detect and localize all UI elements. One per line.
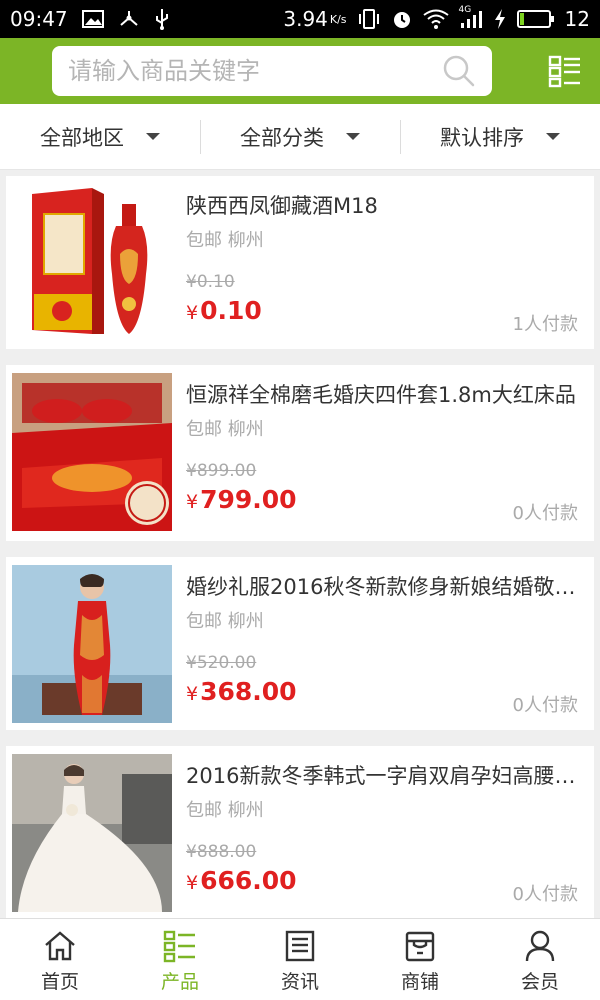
shipping-label: 包邮: [186, 800, 222, 821]
bottom-tab-bar: 首页 产品 资讯 商铺 会员: [0, 918, 600, 1000]
tab-store[interactable]: 商铺: [360, 919, 480, 1000]
tab-label: 商铺: [400, 971, 439, 993]
currency-symbol: ¥: [186, 491, 199, 513]
sale-price: ¥799.00: [186, 485, 297, 514]
products-icon: [163, 930, 195, 963]
sales-count: 1人付款: [512, 314, 578, 335]
caret-down-icon: [546, 133, 560, 140]
home-icon: [45, 931, 75, 961]
member-icon: [525, 930, 555, 962]
charging-icon: [493, 8, 507, 30]
currency-symbol: ¥: [186, 683, 199, 705]
product-image-wedding-dress[interactable]: [12, 754, 172, 912]
currency-symbol: ¥: [186, 653, 197, 673]
sales-count: 0人付款: [512, 884, 578, 905]
tab-label: 产品: [160, 971, 199, 993]
share-icon: [118, 9, 140, 29]
tab-label: 首页: [40, 971, 79, 993]
shipping-label: 包邮: [186, 611, 222, 632]
currency-symbol: ¥: [186, 842, 197, 862]
tab-products[interactable]: 产品: [120, 919, 240, 1000]
city-label: 柳州: [227, 611, 264, 632]
tab-label: 资讯: [280, 971, 319, 993]
product-card[interactable]: 恒源祥全棉磨毛婚庆四件套1.8m大红床品 包邮 柳州 ¥899.00 ¥799.…: [6, 365, 594, 541]
product-card[interactable]: 2016新款冬季韩式一字肩双肩孕妇高腰婚纱 包邮 柳州 ¥888.00 ¥666…: [6, 746, 594, 919]
sale-price: ¥0.10: [186, 296, 262, 325]
original-price-value: 520.00: [196, 653, 257, 673]
filter-sort[interactable]: 默认排序: [400, 119, 600, 154]
list-menu-icon[interactable]: [548, 54, 582, 88]
app-header: [0, 38, 600, 104]
shipping-label: 包邮: [186, 419, 222, 440]
store-icon: [405, 931, 435, 962]
product-list: 陕西西凤御藏酒M18 包邮 柳州 ¥0.10 ¥0.10 1人付款 恒源祥全棉磨…: [6, 176, 594, 935]
product-title[interactable]: 陕西西凤御藏酒M18: [186, 190, 581, 220]
shipping-label: 包邮: [186, 230, 222, 251]
caret-down-icon: [146, 133, 160, 140]
tab-home[interactable]: 首页: [0, 919, 120, 1000]
sales-count: 0人付款: [512, 503, 578, 524]
original-price: ¥899.00: [186, 461, 256, 481]
signal-icon: 4G: [459, 5, 483, 29]
search-box[interactable]: [52, 46, 492, 96]
product-title[interactable]: 2016新款冬季韩式一字肩双肩孕妇高腰婚纱: [186, 760, 581, 790]
battery-icon: [516, 9, 555, 29]
battery-level: 12: [564, 7, 590, 31]
tab-label: 会员: [520, 971, 559, 993]
usb-icon: [154, 8, 170, 30]
product-meta: 包邮 柳州: [186, 607, 264, 633]
product-image-qipao[interactable]: [12, 565, 172, 723]
filter-label: 全部地区: [40, 125, 124, 150]
status-bar: 09:47 3.94 K/s 4G 12: [0, 0, 600, 38]
filter-region[interactable]: 全部地区: [0, 120, 200, 154]
currency-symbol: ¥: [186, 302, 199, 324]
sales-count: 0人付款: [512, 695, 578, 716]
original-price: ¥520.00: [186, 653, 256, 673]
currency-symbol: ¥: [186, 872, 199, 894]
currency-symbol: ¥: [186, 461, 197, 481]
search-icon[interactable]: [442, 54, 476, 88]
sale-price-value: 799.00: [200, 485, 297, 514]
product-image-bedding[interactable]: [12, 373, 172, 531]
status-time: 09:47: [10, 7, 68, 31]
product-meta: 包邮 柳州: [186, 226, 264, 252]
tab-news[interactable]: 资讯: [240, 919, 360, 1000]
product-title[interactable]: 婚纱礼服2016秋冬新款修身新娘结婚敬酒服: [186, 571, 581, 601]
original-price-value: 899.00: [196, 461, 257, 481]
sale-price-value: 0.10: [200, 296, 262, 325]
filter-label: 全部分类: [240, 125, 324, 150]
product-title[interactable]: 恒源祥全棉磨毛婚庆四件套1.8m大红床品: [186, 379, 581, 409]
sale-price-value: 666.00: [200, 866, 297, 895]
tab-member[interactable]: 会员: [480, 919, 600, 1000]
original-price-value: 0.10: [196, 272, 235, 292]
wifi-icon: [422, 9, 449, 29]
product-image-liquor[interactable]: [12, 184, 172, 342]
vibrate-icon: [357, 9, 381, 29]
filter-category[interactable]: 全部分类: [200, 119, 400, 154]
sale-price-value: 368.00: [200, 677, 297, 706]
net-speed-unit: K/s: [329, 12, 347, 26]
search-input[interactable]: [52, 46, 442, 96]
image-icon: [81, 10, 104, 28]
sale-price: ¥368.00: [186, 677, 297, 706]
product-meta: 包邮 柳州: [186, 796, 264, 822]
news-icon: [285, 930, 315, 962]
city-label: 柳州: [227, 419, 264, 440]
currency-symbol: ¥: [186, 272, 197, 292]
net-speed: 3.94: [283, 7, 328, 31]
city-label: 柳州: [227, 800, 264, 821]
product-card[interactable]: 婚纱礼服2016秋冬新款修身新娘结婚敬酒服 包邮 柳州 ¥520.00 ¥368…: [6, 557, 594, 730]
product-meta: 包邮 柳州: [186, 415, 264, 441]
original-price: ¥0.10: [186, 272, 235, 292]
filter-bar: 全部地区 全部分类 默认排序: [0, 104, 600, 170]
filter-label: 默认排序: [440, 125, 524, 150]
alarm-icon: [391, 8, 413, 30]
product-card[interactable]: 陕西西凤御藏酒M18 包邮 柳州 ¥0.10 ¥0.10 1人付款: [6, 176, 594, 349]
city-label: 柳州: [227, 230, 264, 251]
sale-price: ¥666.00: [186, 866, 297, 895]
network-type-label: 4G: [458, 5, 472, 15]
original-price-value: 888.00: [196, 842, 257, 862]
caret-down-icon: [346, 133, 360, 140]
original-price: ¥888.00: [186, 842, 256, 862]
